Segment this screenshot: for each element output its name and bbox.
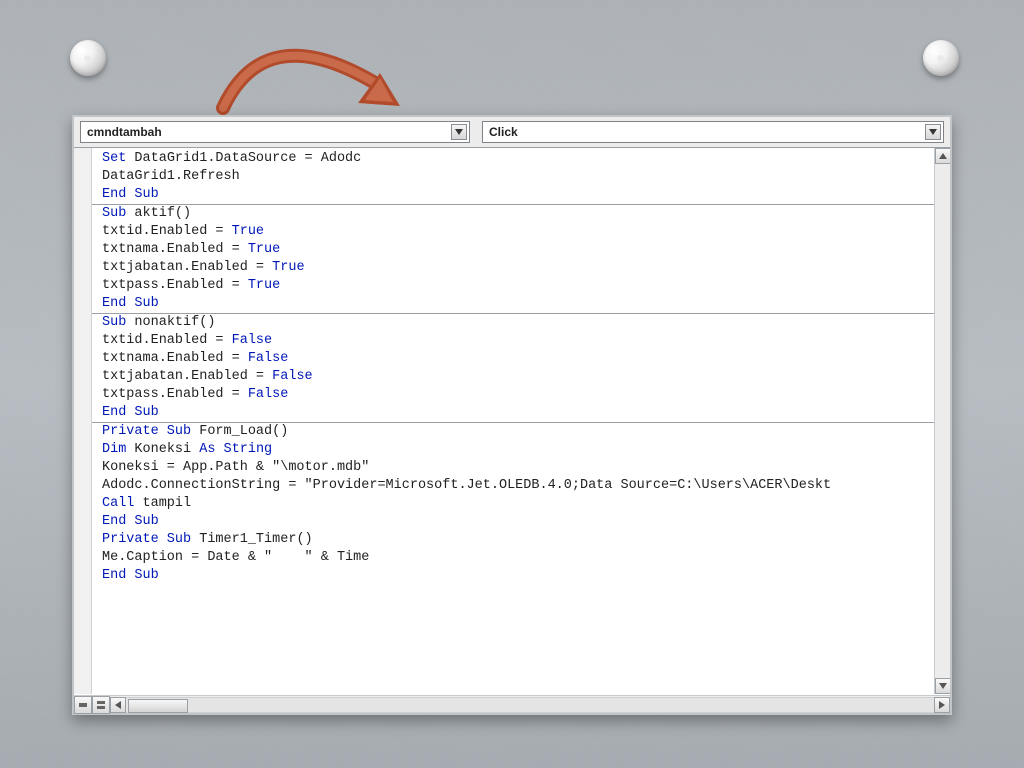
procedure-dropdown[interactable]: Click	[482, 121, 944, 143]
procedure-view-icon[interactable]	[74, 696, 92, 714]
horizontal-scrollbar[interactable]	[74, 695, 950, 713]
dropdown-arrow-icon	[451, 124, 467, 140]
scroll-up-icon[interactable]	[935, 148, 950, 164]
procedure-dropdown-value: Click	[489, 125, 518, 139]
scroll-left-icon[interactable]	[110, 697, 126, 713]
full-module-view-icon[interactable]	[92, 696, 110, 714]
pushpin-left	[70, 40, 106, 76]
scrollbar-thumb[interactable]	[128, 699, 188, 713]
code-area[interactable]: Set DataGrid1.DataSource = AdodcDataGrid…	[92, 148, 950, 694]
scrollbar-track[interactable]	[126, 697, 934, 713]
vertical-scrollbar[interactable]	[934, 148, 950, 694]
scroll-down-icon[interactable]	[935, 678, 950, 694]
pushpin-right	[923, 40, 959, 76]
object-dropdown-value: cmndtambah	[87, 125, 162, 139]
editor-gutter	[74, 148, 92, 694]
object-dropdown[interactable]: cmndtambah	[80, 121, 470, 143]
code-editor-window: cmndtambah Click Set DataGrid1.DataSourc…	[72, 115, 952, 715]
scroll-right-icon[interactable]	[934, 697, 950, 713]
dropdown-arrow-icon	[925, 124, 941, 140]
editor-toolbar: cmndtambah Click	[74, 117, 950, 148]
annotation-arrow	[205, 28, 405, 118]
